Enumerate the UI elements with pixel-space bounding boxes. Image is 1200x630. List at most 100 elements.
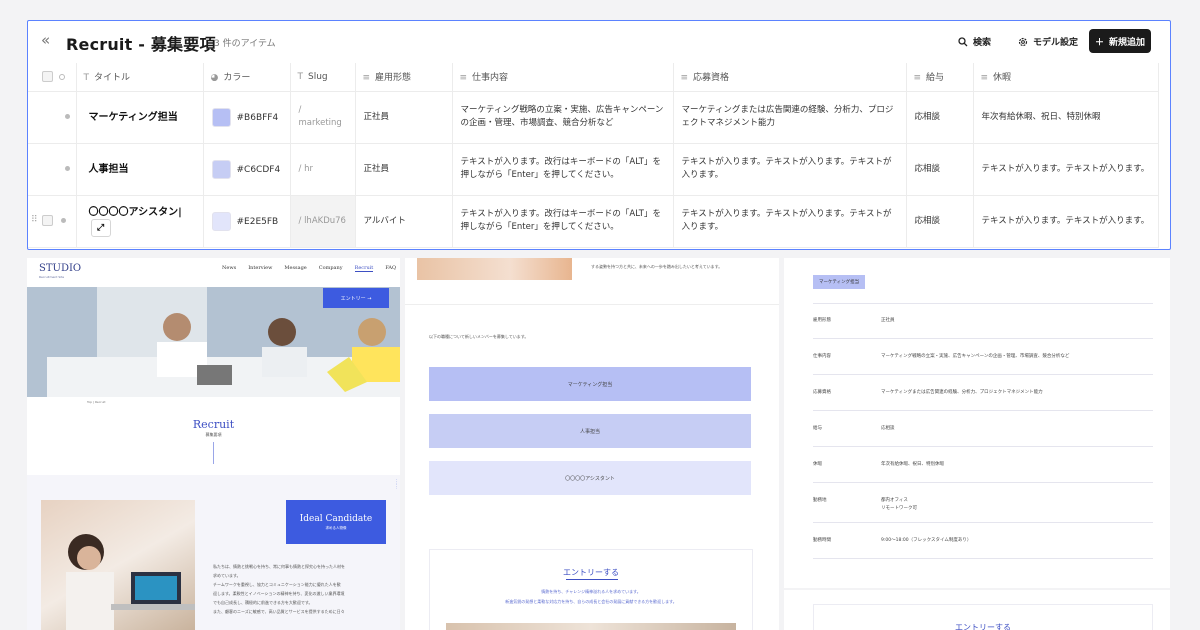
nav-message[interactable]: Message [284, 265, 306, 272]
column-label: 休暇 [993, 73, 1012, 84]
expand-icon[interactable]: ⤢ [90, 218, 111, 237]
color-hex: #C6CDF4 [236, 164, 281, 175]
cell-color[interactable]: #E2E5FB [203, 195, 291, 248]
cell-salary[interactable]: 応相談 [906, 143, 974, 196]
job-link-marketing[interactable]: マーケティング担当 [429, 367, 751, 401]
detail-key: 勤務時間 [813, 538, 831, 543]
cell-holiday[interactable]: テキストが入ります。テキストが入ります。 [973, 195, 1159, 248]
entry-photo [446, 623, 736, 630]
color-swatch[interactable] [211, 159, 231, 179]
column-header-work[interactable]: ≡ 仕事内容 [452, 63, 674, 92]
cell-work[interactable]: マーケティング戦略の立案・実施、広告キャンペーンの企画・管理、市場調査、競合分析… [452, 91, 674, 144]
collapse-sidebar-icon[interactable]: « [41, 31, 50, 49]
body-line: でも自己成長し、積極的に前進できる方を大歓迎です。 [213, 600, 313, 605]
table-row[interactable]: 人事担当 #C6CDF4 / hr 正社員 テキストが入ります。改行はキーボード… [28, 143, 1159, 196]
site-preview-middle: する姿勢を持つ方と共に、未来への一歩を踏み出したいと考えています。 以下の職種に… [405, 258, 779, 630]
cell-title[interactable]: マーケティング担当 [76, 91, 204, 144]
nav-faq[interactable]: FAQ [385, 265, 396, 272]
cell-salary[interactable]: 応相談 [906, 91, 974, 144]
add-item-button[interactable]: ＋ 新規追加 [1089, 29, 1151, 53]
site-preview-entry: エントリーする [784, 590, 1170, 630]
ideal-subheading: 求める人物像 [325, 525, 347, 530]
detail-value: マーケティング戦略の立案・実施、広告キャンペーンの企画・管理、市場調査、競合分析… [881, 354, 1070, 359]
body-line: また、顧客のニーズに敏感で、高い品質とサービスを提供するために日々 [213, 609, 345, 614]
cell-work[interactable]: テキストが入ります。改行はキーボードの「ALT」を押しながら「Enter」を押し… [452, 143, 674, 196]
cell-qualification[interactable]: テキストが入ります。テキストが入ります。テキストが入ります。 [673, 195, 907, 248]
cell-color[interactable]: #B6BFF4 [203, 91, 291, 144]
cell-holiday[interactable]: テキストが入ります。テキストが入ります。 [973, 143, 1159, 196]
search-button[interactable]: 検索 [958, 35, 991, 48]
column-header-holiday[interactable]: ≡ 休暇 [973, 63, 1159, 92]
ideal-heading: Ideal Candidate [299, 513, 373, 524]
column-header-salary[interactable]: ≡ 給与 [906, 63, 974, 92]
cms-collection-panel: « Recruit - 募集要項 3 件のアイテム 検索 モデル設定 ＋ 新規追… [27, 20, 1171, 250]
model-settings-button[interactable]: モデル設定 [1018, 35, 1078, 48]
cell-qualification[interactable]: テキストが入ります。テキストが入ります。テキストが入ります。 [673, 143, 907, 196]
nav-company[interactable]: Company [319, 265, 343, 272]
ideal-body: 私たちは、情熱と挑戦心を持ち、常に何事も情熱と探究心を持った人材を 求めています… [213, 562, 393, 616]
job-link-hr[interactable]: 人事担当 [429, 414, 751, 448]
cell-employment[interactable]: 正社員 [355, 91, 453, 144]
site-nav: News Interview Message Company Recruit F… [222, 265, 396, 272]
title-text: 〇〇〇〇アシスタン| [88, 206, 182, 218]
job-link-assistant[interactable]: 〇〇〇〇アシスタント [429, 461, 751, 495]
nav-news[interactable]: News [222, 265, 236, 272]
cell-work[interactable]: テキストが入ります。改行はキーボードの「ALT」を押しながら「Enter」を押し… [452, 195, 674, 248]
scroll-indicator-icon[interactable]: ⋮ ⋮ [394, 480, 399, 490]
recruit-subheading: 募集要項 [205, 432, 222, 437]
column-label: タイトル [94, 73, 131, 84]
column-label: Slug [308, 71, 328, 82]
select-all-checkbox[interactable] [42, 71, 53, 83]
cell-title[interactable]: 〇〇〇〇アシスタン|⤢ [76, 195, 204, 248]
entry-text-1: 情熱を持ち、チャレンジ精神溢れる人を求めています。 [541, 589, 641, 594]
ideal-candidate-card: Ideal Candidate 求める人物像 [286, 500, 386, 544]
site-logo: STUDIO [39, 263, 82, 274]
detail-value: 年次有給休暇、祝日、特別休暇 [881, 462, 944, 467]
column-header-slug[interactable]: T Slug [290, 63, 356, 92]
rich-text-icon: ≡ [362, 73, 371, 84]
cell-color[interactable]: #C6CDF4 [203, 143, 291, 196]
cell-slug[interactable]: / marketing [290, 91, 356, 144]
detail-row: 仕事内容 マーケティング戦略の立案・実施、広告キャンペーンの企画・管理、市場調査、… [813, 339, 1153, 375]
job-badge: マーケティング担当 [813, 275, 866, 289]
body-line: 迎します。柔軟性とイノベーションの精神を持ち、変化の激しい業界環境 [213, 591, 345, 596]
cell-title[interactable]: 人事担当 [76, 143, 204, 196]
cell-slug[interactable]: / hr [290, 143, 356, 196]
table-row[interactable]: 〇〇〇〇アシスタン|⤢ #E2E5FB / lhAKDu76 アルバイト テキス… [28, 195, 1159, 248]
color-swatch[interactable] [211, 107, 231, 127]
detail-value: 正社員 [881, 318, 895, 323]
status-dot [64, 165, 70, 171]
text-type-icon: T [83, 73, 90, 84]
detail-row: 休暇 年次有給休暇、祝日、特別休暇 [813, 447, 1153, 483]
row-checkbox[interactable] [42, 214, 53, 226]
cell-holiday[interactable]: 年次有給休暇、祝日、特別休暇 [973, 91, 1159, 144]
drag-handle-icon[interactable]: ⠿ [31, 215, 38, 225]
detail-row: 給与 応相談 [813, 411, 1153, 447]
column-header-title[interactable]: T タイトル [76, 63, 204, 92]
entry-underline [566, 579, 618, 580]
table-row[interactable]: マーケティング担当 #B6BFF4 / marketing 正社員 マーケティン… [28, 91, 1159, 144]
column-header-employment[interactable]: ≡ 雇用形態 [355, 63, 453, 92]
body-line: チームワークを重視し、協力とコミュニケーション能力に優れた人を歓 [213, 582, 341, 587]
row-status [28, 91, 77, 144]
location-line: 都内オフィス [881, 498, 908, 503]
cell-qualification[interactable]: マーケティングまたは広告関連の経験、分析力、プロジェクトマネジメント能力 [673, 91, 907, 144]
cell-salary[interactable]: 応相談 [906, 195, 974, 248]
cell-slug[interactable]: / lhAKDu76 [290, 195, 356, 248]
color-swatch[interactable] [211, 211, 231, 231]
entry-card: エントリーする 情熱を持ち、チャレンジ精神溢れる人を求めています。 新進気鋭の発… [429, 549, 753, 630]
divider [405, 304, 779, 305]
cell-employment[interactable]: 正社員 [355, 143, 453, 196]
cell-employment[interactable]: アルバイト [355, 195, 453, 248]
nav-recruit[interactable]: Recruit [354, 265, 374, 272]
rich-text-icon: ≡ [913, 73, 922, 84]
status-dot [61, 217, 67, 223]
column-header-qualification[interactable]: ≡ 応募資格 [673, 63, 907, 92]
mid-top-text: する姿勢を持つ方と共に、未来への一歩を踏み出したいと考えています。 [591, 264, 723, 269]
breadcrumb[interactable]: Top | Recruit [87, 400, 106, 404]
column-header-color[interactable]: ◕ カラー [203, 63, 291, 92]
nav-interview[interactable]: Interview [248, 265, 272, 272]
select-all-cell[interactable] [28, 63, 77, 92]
woman-at-laptop-illustration [66, 534, 195, 630]
entry-button[interactable]: エントリー → [323, 288, 389, 308]
